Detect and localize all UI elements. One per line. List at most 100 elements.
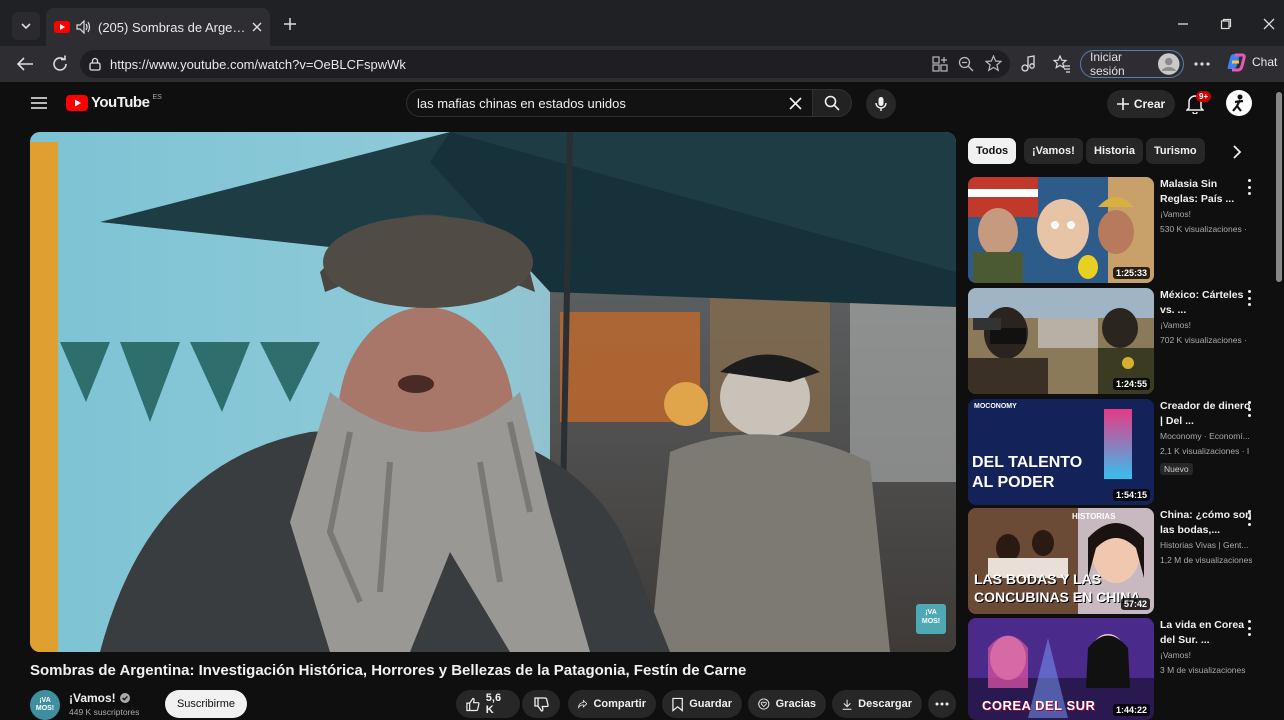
browser-tab[interactable]: (205) Sombras de Argentina: I — [46, 8, 270, 46]
site-info-icon[interactable] — [88, 57, 102, 71]
like-button[interactable]: 5,6 K — [456, 690, 520, 718]
more-vertical-icon[interactable] — [1244, 179, 1254, 195]
recommendation-views: 1,2 M de visualizaciones — [1160, 555, 1252, 565]
recommendation-views: 530 K visualizaciones · — [1160, 224, 1247, 234]
recommendation-item[interactable]: HISTORIAS LAS BODAS Y LAS CONCUBINAS EN … — [968, 508, 1268, 614]
verified-icon — [119, 693, 130, 703]
create-label: Crear — [1133, 97, 1166, 111]
thumbnail-brand: MOCONOMY — [974, 403, 1017, 410]
video-frame-image — [30, 132, 956, 652]
signin-label: Iniciar sesión — [1090, 50, 1125, 78]
restore-icon — [1220, 18, 1232, 30]
channel-watermark[interactable]: ¡VA MOS! — [918, 608, 944, 626]
subscriber-count: 449 K suscriptores — [69, 707, 140, 717]
copilot-chat-button[interactable]: Chat — [1226, 52, 1277, 72]
download-button[interactable]: Descargar — [832, 690, 922, 718]
channel-name-row[interactable]: ¡Vamos! — [69, 691, 130, 705]
channel-avatar[interactable]: ¡VA MOS! — [30, 690, 60, 720]
recommendation-channel[interactable]: Moconomy · Economí... — [1160, 429, 1252, 444]
dislike-button[interactable] — [522, 690, 560, 718]
account-avatar[interactable] — [1226, 90, 1252, 116]
video-thumbnail[interactable]: MOCONOMY DEL TALENTO AL PODER 1:54:15 — [968, 399, 1154, 505]
more-options-icon[interactable] — [1194, 62, 1210, 66]
video-duration: 1:54:15 — [1112, 489, 1150, 501]
search-input[interactable]: las mafias chinas en estados unidos — [406, 89, 816, 117]
video-player[interactable]: ¡VA MOS! — [30, 132, 956, 652]
recommendation-channel[interactable]: ¡Vamos! — [1160, 207, 1252, 222]
notifications-button[interactable]: 9+ — [1185, 91, 1212, 116]
video-thumbnail[interactable]: 1:25:33 — [968, 177, 1154, 283]
recommendation-title[interactable]: La vida en Corea del Sur. ... — [1160, 618, 1252, 648]
recommendation-channel[interactable]: ¡Vamos! — [1160, 318, 1252, 333]
zoom-icon[interactable] — [958, 56, 974, 72]
refresh-icon[interactable] — [51, 55, 69, 73]
video-duration: 1:44:22 — [1112, 704, 1150, 716]
recommendation-title[interactable]: México: Cárteles vs. ... — [1160, 288, 1252, 318]
chip-historia[interactable]: Historia — [1086, 138, 1143, 164]
chip-turismo[interactable]: Turismo — [1146, 138, 1205, 164]
thumbnail-text: DEL TALENTO AL PODER — [972, 454, 1083, 491]
video-title: Sombras de Argentina: Investigación Hist… — [30, 662, 747, 679]
new-tab-button[interactable] — [278, 12, 302, 36]
save-button[interactable]: Guardar — [662, 690, 742, 718]
channel-name[interactable]: ¡Vamos! — [69, 691, 116, 705]
chevron-down-icon — [21, 23, 31, 30]
share-button[interactable]: Compartir — [568, 690, 656, 718]
recommendation-item[interactable]: MOCONOMY DEL TALENTO AL PODER 1:54:15 Cr… — [968, 399, 1268, 505]
page-scrollbar[interactable] — [1276, 92, 1282, 282]
voice-search-button[interactable] — [866, 89, 896, 119]
hamburger-menu-icon[interactable] — [31, 97, 47, 109]
close-window-button[interactable] — [1254, 12, 1284, 36]
recommendation-item[interactable]: 1:25:33 Malasia Sin Reglas: País ... ¡Va… — [968, 177, 1268, 283]
notification-badge: 9+ — [1196, 91, 1212, 102]
tab-list-button[interactable] — [12, 12, 40, 40]
youtube-favicon-icon — [54, 21, 70, 33]
more-actions-button[interactable] — [928, 690, 956, 718]
favorites-icon[interactable] — [1053, 55, 1071, 73]
video-thumbnail[interactable]: COREA DEL SUR 1:44:22 — [968, 618, 1154, 720]
more-vertical-icon[interactable] — [1244, 620, 1254, 636]
youtube-logo[interactable]: YouTube ES — [66, 94, 162, 111]
signin-button[interactable]: Iniciar sesión — [1080, 50, 1184, 78]
recommendation-title[interactable]: Creador de dinero | Del ... — [1160, 399, 1252, 429]
profile-avatar-icon — [1158, 53, 1180, 75]
chat-label: Chat — [1252, 55, 1278, 69]
create-button[interactable]: Crear — [1107, 90, 1175, 118]
recommendation-item[interactable]: COREA DEL SUR 1:44:22 La vida en Corea d… — [968, 618, 1268, 720]
restore-button[interactable] — [1211, 12, 1241, 36]
chip-all[interactable]: Todos — [968, 138, 1017, 164]
video-duration: 1:25:33 — [1112, 267, 1150, 279]
youtube-play-logo-icon — [66, 94, 88, 111]
thumbs-up-icon — [466, 697, 480, 711]
thanks-button[interactable]: Gracias — [748, 690, 826, 718]
thanks-heart-icon — [758, 698, 770, 710]
tab-title: (205) Sombras de Argentina: I — [98, 19, 246, 35]
favorite-star-icon[interactable] — [985, 55, 1002, 72]
speaker-icon[interactable] — [76, 20, 92, 34]
chip-vamos[interactable]: ¡Vamos! — [1024, 138, 1083, 164]
app-available-icon[interactable] — [932, 56, 948, 72]
search-button[interactable] — [812, 89, 852, 117]
clear-search-icon[interactable] — [789, 97, 802, 110]
download-label: Descargar — [858, 698, 912, 710]
subscribe-button[interactable]: Suscribirme — [165, 690, 247, 718]
video-thumbnail[interactable]: 1:24:55 — [968, 288, 1154, 394]
recommendation-views: 2,1 K visualizaciones · I — [1160, 446, 1250, 456]
recommendation-title[interactable]: Malasia Sin Reglas: País ... — [1160, 177, 1252, 207]
chevron-right-icon[interactable] — [1232, 145, 1242, 159]
minimize-icon — [1178, 23, 1188, 25]
address-bar[interactable]: https://www.youtube.com/watch?v=OeBLCFsp… — [80, 50, 1010, 78]
more-vertical-icon[interactable] — [1244, 290, 1254, 306]
thumbnail-text: COREA DEL SUR — [982, 698, 1096, 713]
video-thumbnail[interactable]: HISTORIAS LAS BODAS Y LAS CONCUBINAS EN … — [968, 508, 1154, 614]
recommendation-channel[interactable]: Historias Vivas | Gent... — [1160, 538, 1252, 553]
close-tab-icon[interactable] — [252, 22, 262, 32]
extensions-icon[interactable] — [1020, 55, 1037, 73]
more-vertical-icon[interactable] — [1244, 510, 1254, 526]
more-vertical-icon[interactable] — [1244, 401, 1254, 417]
minimize-button[interactable] — [1168, 12, 1198, 36]
back-arrow-icon[interactable] — [16, 56, 34, 72]
recommendation-item[interactable]: 1:24:55 México: Cárteles vs. ... ¡Vamos!… — [968, 288, 1268, 394]
recommendation-channel[interactable]: ¡Vamos! — [1160, 648, 1252, 663]
recommendation-title[interactable]: China: ¿cómo son las bodas,... — [1160, 508, 1252, 538]
